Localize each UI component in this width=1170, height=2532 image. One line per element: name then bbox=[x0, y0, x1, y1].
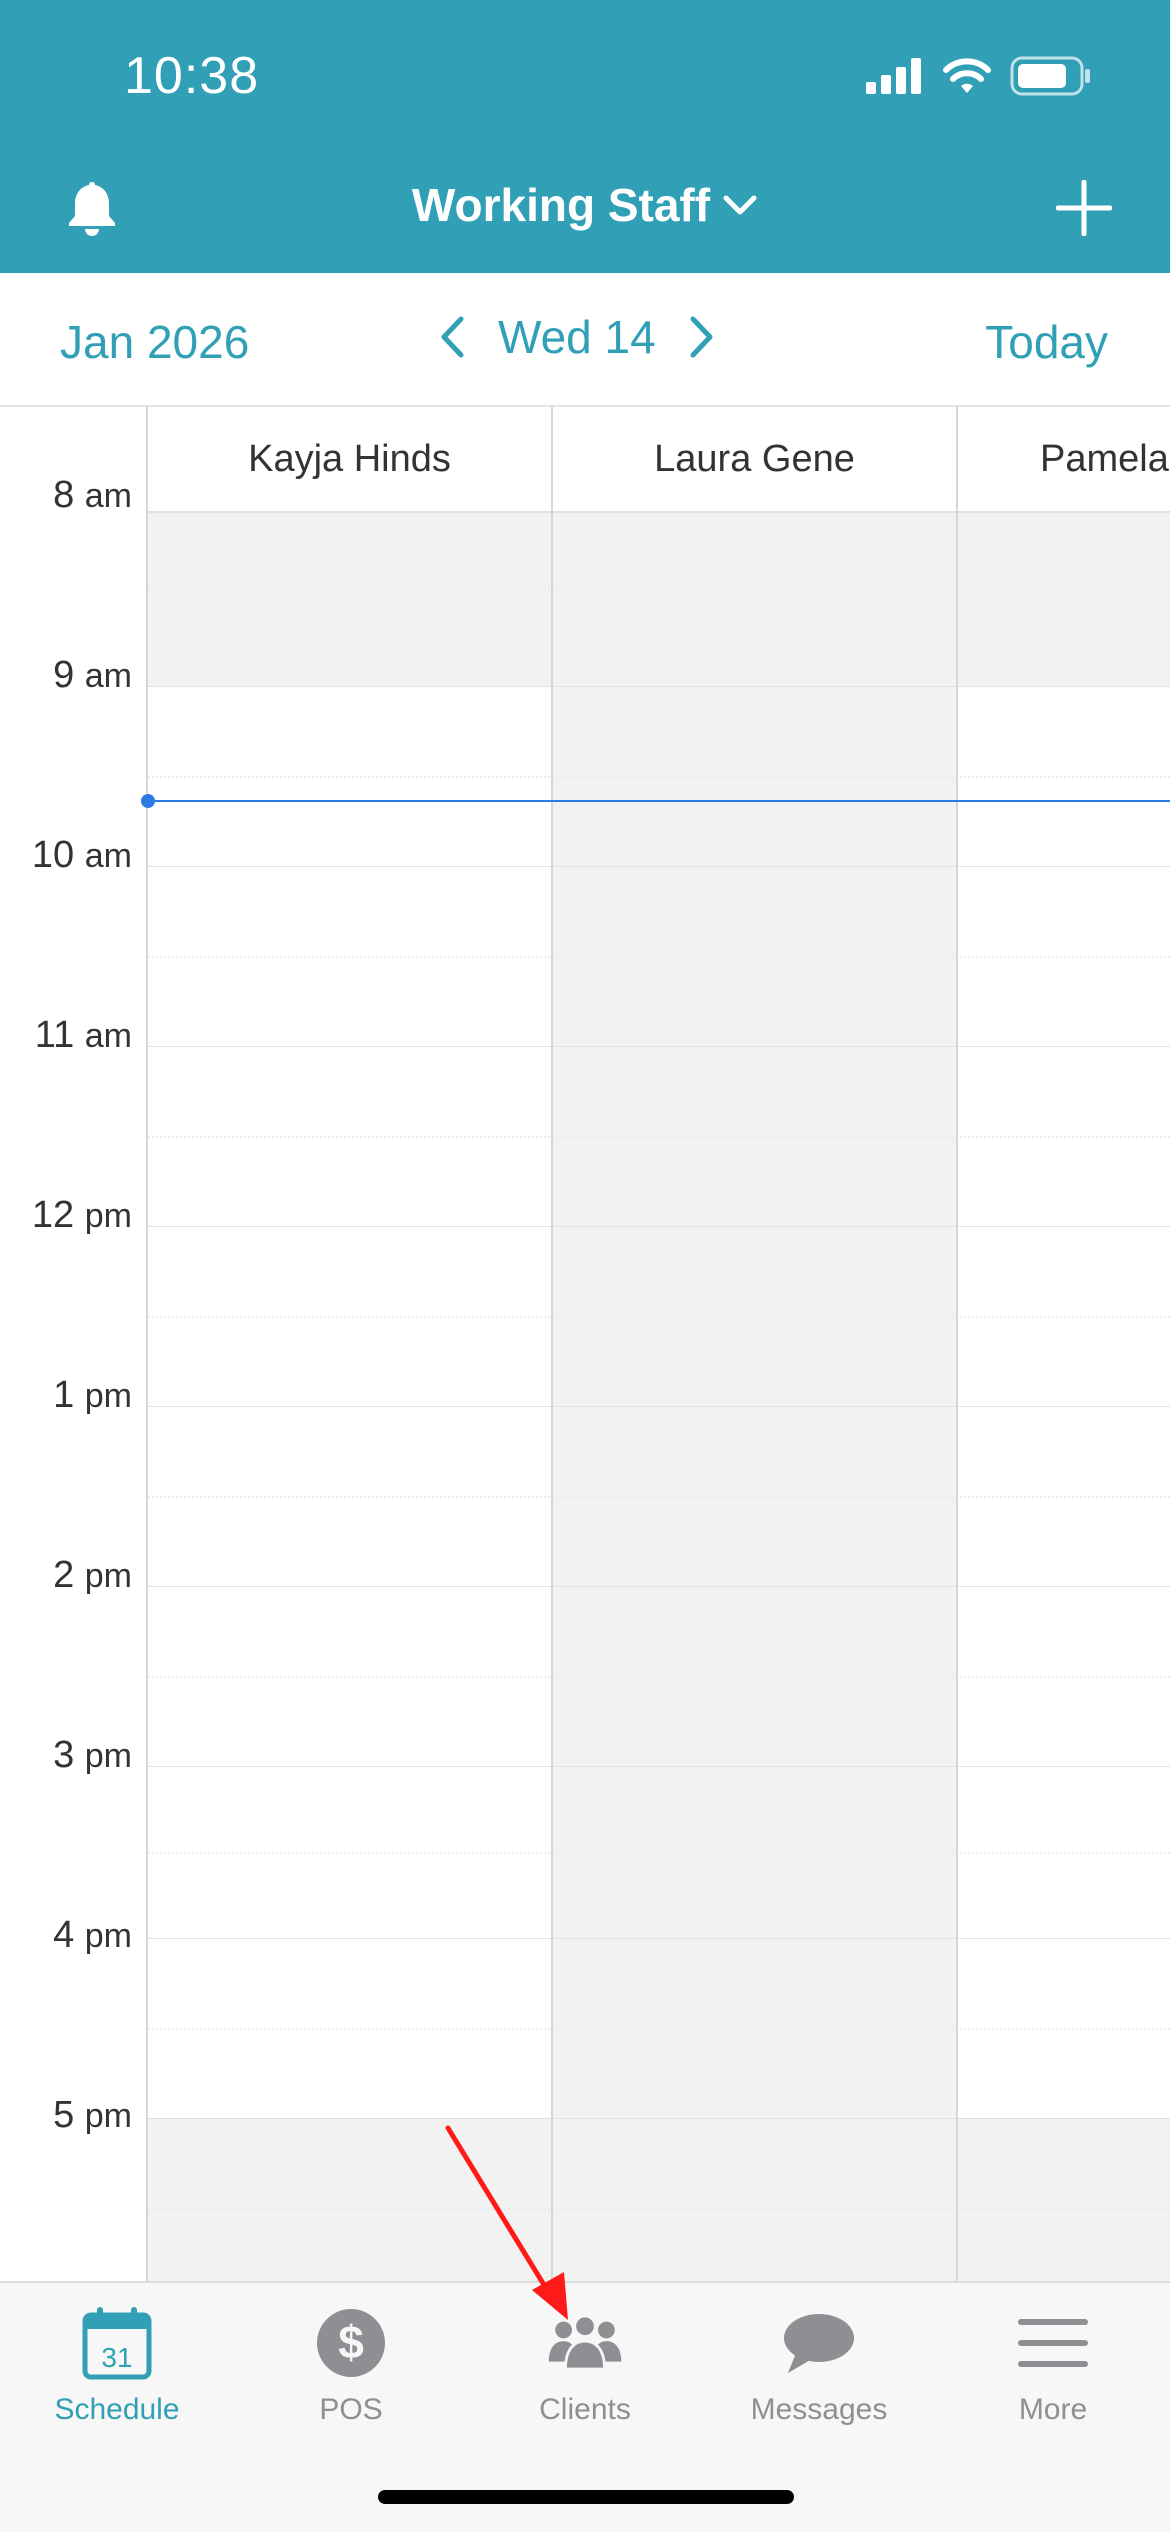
half-hour-line bbox=[148, 1676, 1170, 1678]
battery-icon bbox=[1010, 56, 1090, 96]
hour-line bbox=[148, 1046, 1170, 1047]
plus-icon[interactable] bbox=[1056, 180, 1112, 236]
column-divider bbox=[551, 407, 553, 2281]
time-label: 10 am bbox=[31, 834, 132, 876]
tab-pos[interactable]: $ POS bbox=[234, 2303, 468, 2443]
chevron-left-icon bbox=[441, 316, 464, 358]
chevron-right-icon bbox=[690, 316, 713, 358]
wifi-icon bbox=[943, 58, 991, 93]
half-hour-line bbox=[148, 2028, 1170, 2030]
unavailable-block bbox=[148, 2118, 1170, 2281]
tab-schedule[interactable]: 31 Schedule bbox=[0, 2303, 234, 2443]
current-time-dot bbox=[141, 794, 155, 808]
time-label: 5 pm bbox=[53, 2094, 132, 2136]
staff-filter-dropdown[interactable]: Working Staff bbox=[0, 178, 1170, 232]
current-day-label[interactable]: Wed 14 bbox=[498, 310, 656, 364]
time-label: 2 pm bbox=[53, 1554, 132, 1596]
menu-icon bbox=[1018, 2319, 1088, 2367]
staff-column-header[interactable]: Laura Gene bbox=[553, 407, 956, 513]
tab-more[interactable]: More bbox=[936, 2303, 1170, 2443]
time-label: 3 pm bbox=[53, 1734, 132, 1776]
staff-column-header[interactable]: Kayja Hinds bbox=[148, 407, 551, 513]
day-navigator: Wed 14 bbox=[432, 309, 722, 365]
date-bar: Jan 2026 Wed 14 Today bbox=[0, 273, 1170, 407]
hour-line bbox=[148, 1226, 1170, 1227]
tab-label: Clients bbox=[539, 2393, 631, 2426]
app-header: 10:38 Working Staff bbox=[0, 0, 1170, 273]
annotation-arrow-icon bbox=[445, 2125, 568, 2320]
tab-label: Schedule bbox=[54, 2393, 180, 2426]
schedule-grid[interactable]: Kayja Hinds Laura Gene Pamela 8 am 9 am … bbox=[0, 407, 1170, 2281]
tab-label: More bbox=[1018, 2393, 1088, 2426]
hour-line bbox=[148, 1938, 1170, 1939]
signal-icon bbox=[866, 58, 921, 94]
calendar-icon: 31 bbox=[82, 2307, 152, 2380]
half-hour-line bbox=[148, 2208, 1170, 2210]
hour-line bbox=[148, 686, 1170, 687]
hour-line bbox=[148, 866, 1170, 867]
hour-line bbox=[148, 1406, 1170, 1407]
svg-text:$: $ bbox=[338, 2316, 364, 2368]
status-time: 10:38 bbox=[124, 47, 260, 105]
header-title: Working Staff bbox=[411, 179, 711, 231]
half-hour-line bbox=[148, 1316, 1170, 1318]
today-button[interactable]: Today bbox=[985, 315, 1108, 369]
hour-line bbox=[148, 1586, 1170, 1587]
column-divider bbox=[956, 407, 958, 2281]
dollar-icon: $ bbox=[317, 2309, 385, 2377]
status-icons bbox=[866, 56, 1092, 96]
half-hour-line bbox=[148, 1496, 1170, 1498]
time-label: 8 am bbox=[53, 474, 132, 516]
tab-messages[interactable]: Messages bbox=[702, 2303, 936, 2443]
previous-day-button[interactable] bbox=[432, 309, 472, 365]
time-label: 9 am bbox=[53, 654, 132, 696]
tab-label: POS bbox=[319, 2393, 383, 2426]
home-indicator bbox=[378, 2490, 794, 2504]
chat-icon bbox=[784, 2314, 854, 2373]
hour-line bbox=[148, 2118, 1170, 2119]
half-hour-line bbox=[148, 776, 1170, 778]
chevron-down-icon bbox=[723, 195, 757, 215]
next-day-button[interactable] bbox=[682, 309, 722, 365]
staff-column-header[interactable]: Pamela bbox=[958, 407, 1170, 513]
time-label: 4 pm bbox=[53, 1914, 132, 1956]
time-label: 11 am bbox=[34, 1014, 132, 1056]
hour-line bbox=[148, 1766, 1170, 1767]
calendar-badge: 31 bbox=[101, 2342, 132, 2373]
unavailable-block bbox=[553, 686, 957, 2281]
current-time-line bbox=[148, 800, 1170, 802]
half-hour-line bbox=[148, 589, 1170, 591]
half-hour-line bbox=[148, 956, 1170, 958]
tab-label: Messages bbox=[750, 2393, 888, 2426]
month-label[interactable]: Jan 2026 bbox=[60, 315, 249, 369]
unavailable-block bbox=[148, 513, 1170, 686]
half-hour-line bbox=[148, 1136, 1170, 1138]
half-hour-line bbox=[148, 1852, 1170, 1854]
column-divider bbox=[146, 407, 148, 2281]
time-label: 12 pm bbox=[31, 1194, 132, 1236]
time-label: 1 pm bbox=[53, 1374, 132, 1416]
